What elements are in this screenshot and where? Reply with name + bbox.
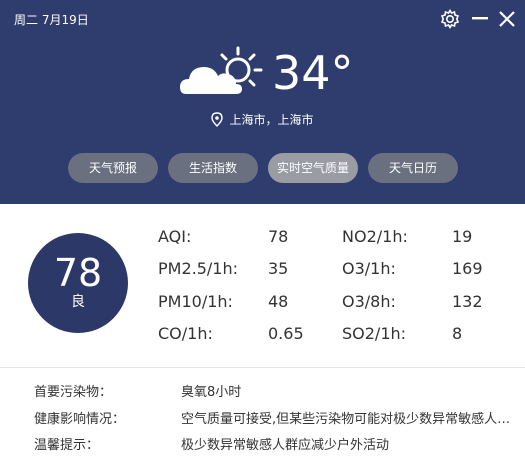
header: 周二 7月19日 34° 上海市，上海市 天气预报 生活指数 实时空气质量 天气…: [0, 0, 525, 204]
so2-label: SO2/1h:: [342, 324, 407, 343]
o3-8h-label: O3/8h:: [342, 292, 396, 311]
o3-1h-value: 169: [452, 259, 483, 278]
o3-1h-label: O3/1h:: [342, 259, 396, 278]
no2-label: NO2/1h:: [342, 227, 408, 246]
aqi-value: 78: [268, 227, 289, 246]
tip-label: 温馨提示：: [34, 438, 100, 453]
aqi-label: AQI:: [158, 227, 192, 246]
gear-icon[interactable]: [439, 8, 461, 30]
location-pin-icon: [211, 112, 224, 130]
tab-weather-calendar[interactable]: 天气日历: [368, 153, 458, 183]
tab-life-index[interactable]: 生活指数: [168, 153, 258, 183]
pm25-label: PM2.5/1h:: [158, 259, 238, 278]
tab-air-quality[interactable]: 实时空气质量: [268, 153, 358, 183]
aqi-badge-value: 78: [53, 251, 103, 295]
tab-forecast[interactable]: 天气预报: [68, 153, 158, 183]
location: 上海市，上海市: [0, 111, 525, 130]
health-impact-label: 健康影响情况：: [34, 412, 126, 427]
location-label: 上海市，上海市: [229, 113, 314, 127]
so2-value: 8: [452, 324, 463, 343]
primary-pollutant-value: 臭氧8小时: [181, 385, 242, 400]
health-impact-value: 空气质量可接受,但某些污染物可能对极少数异常敏感人群健康有较弱影响: [181, 412, 516, 427]
partly-cloudy-icon: [178, 46, 264, 102]
pm10-value: 48: [268, 292, 289, 311]
pm25-value: 35: [268, 259, 289, 278]
co-label: CO/1h:: [158, 324, 213, 343]
aqi-badge: 78 良: [28, 233, 128, 333]
divider: [0, 367, 525, 368]
tip-value: 极少数异常敏感人群应减少户外活动: [181, 438, 390, 453]
co-value: 0.65: [268, 324, 304, 343]
primary-pollutant-label: 首要污染物：: [34, 385, 113, 400]
no2-value: 19: [452, 227, 473, 246]
minimize-icon[interactable]: [469, 8, 491, 30]
o3-8h-value: 132: [452, 292, 483, 311]
tab-bar: 天气预报 生活指数 实时空气质量 天气日历: [0, 153, 525, 183]
close-icon[interactable]: [496, 8, 518, 30]
temperature: 34°: [272, 46, 354, 100]
date-label: 周二 7月19日: [14, 13, 89, 27]
pm10-label: PM10/1h:: [158, 292, 233, 311]
aqi-badge-level: 良: [71, 294, 85, 310]
